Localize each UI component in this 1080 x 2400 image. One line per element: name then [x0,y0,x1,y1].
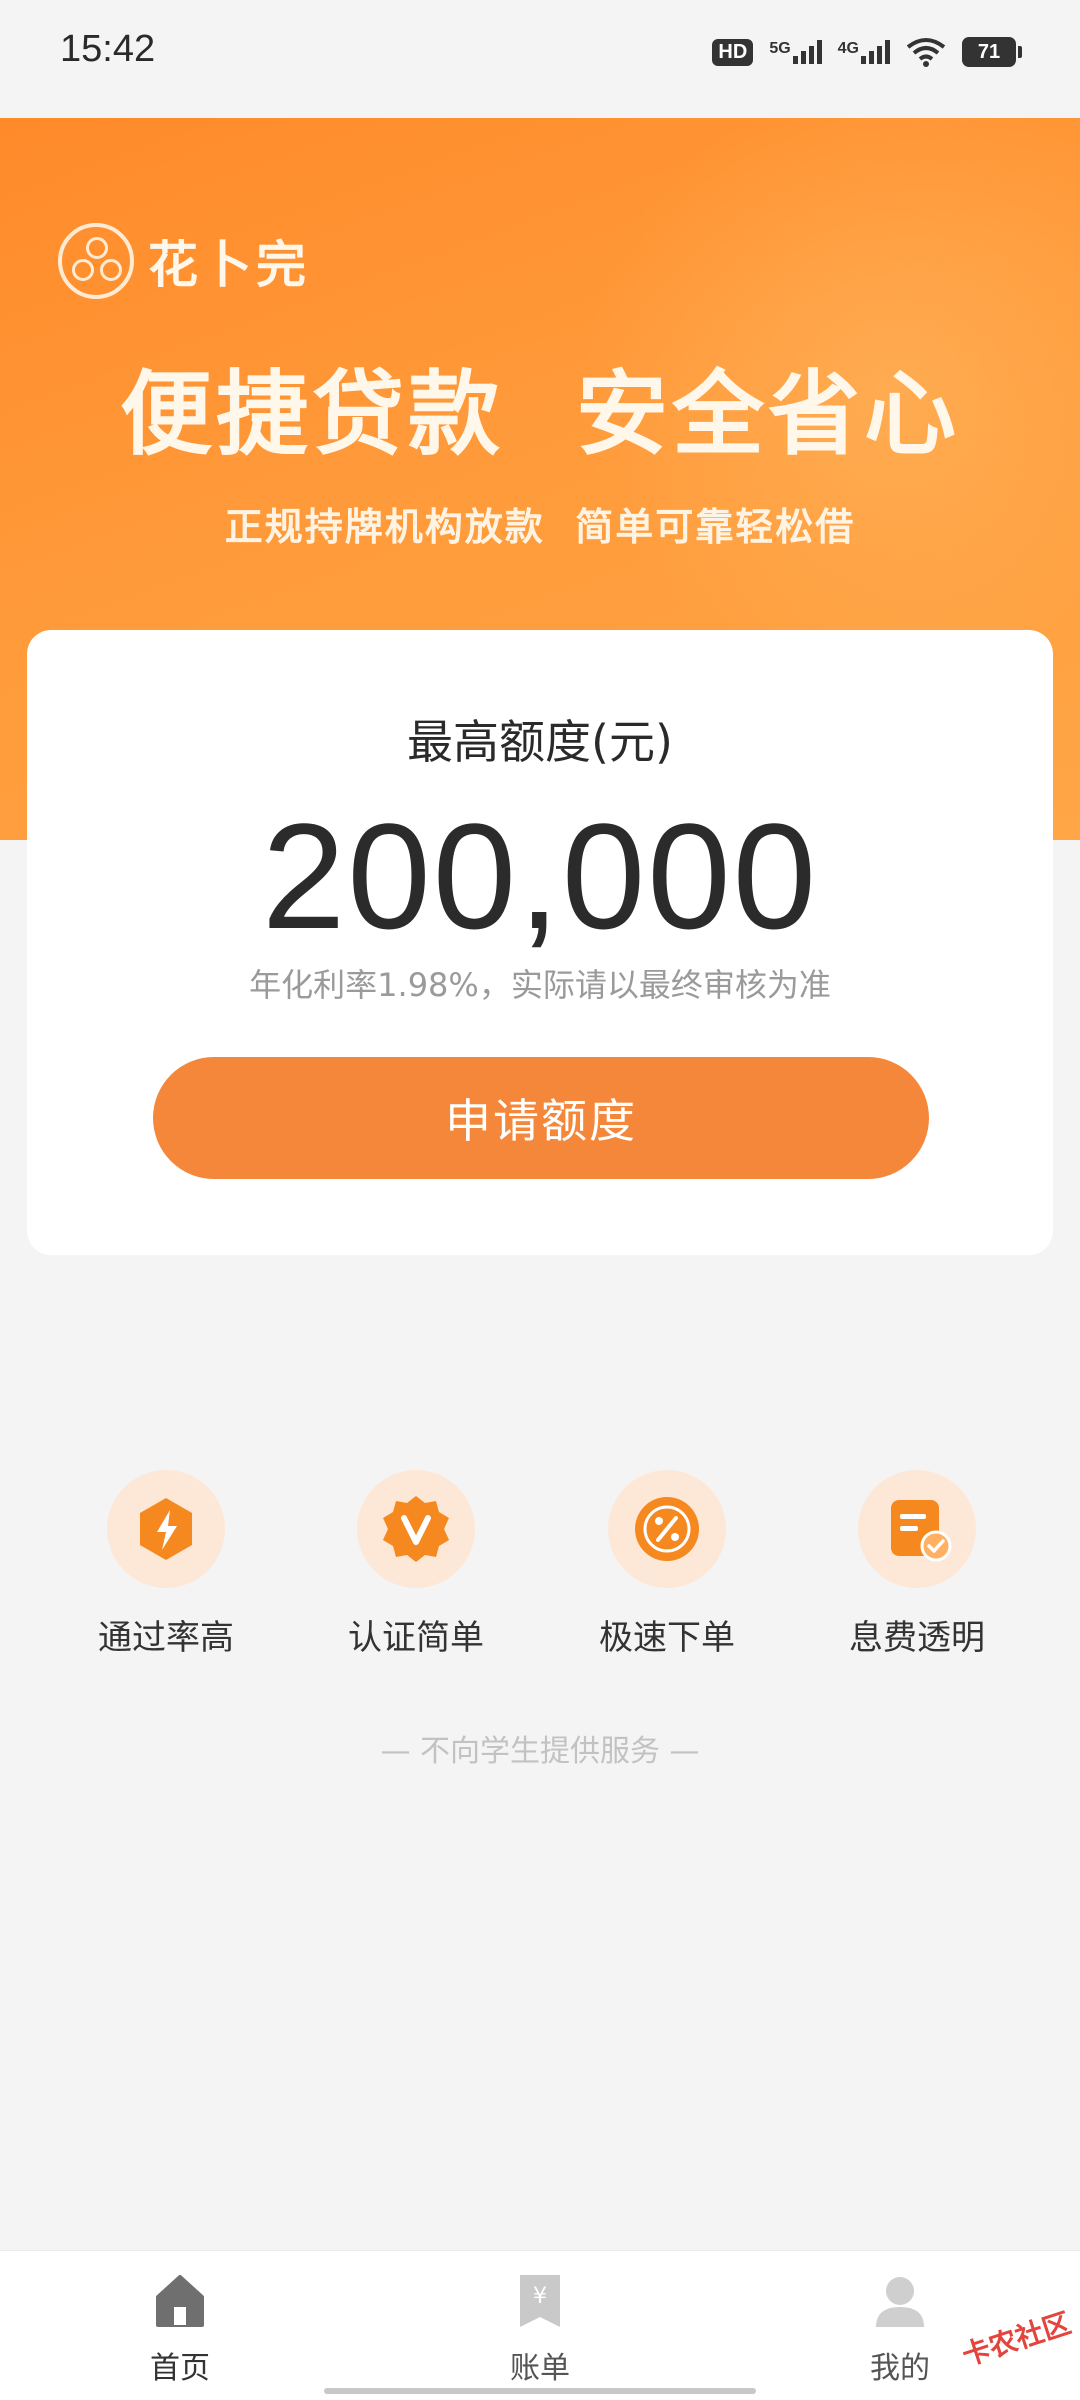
feature-item-fast-order: 极速下单 [567,1470,767,1659]
lightning-icon [107,1470,225,1588]
battery-level: 71 [962,37,1016,67]
home-indicator [324,2388,756,2394]
feature-item-transparent-fees: 息费透明 [817,1470,1017,1659]
hd-badge: HD [712,38,754,66]
v-badge-icon [357,1470,475,1588]
credit-limit-label: 最高额度(元) [407,715,673,769]
brand-logo-icon [58,223,134,299]
nav-item-bill[interactable]: ¥ 账单 [450,2271,630,2387]
signal-4g-icon: 4G [838,40,890,64]
nav-item-me[interactable]: 我的 [810,2271,990,2387]
hd-icon: HD [712,38,754,66]
document-check-icon [858,1470,976,1588]
feature-label: 通过率高 [98,1618,234,1658]
signal-5g-icon: 5G [769,40,822,64]
interest-rate-note: 年化利率1.98%，实际请以最终审核为准 [249,966,831,1004]
nav-label-bill: 账单 [510,2351,570,2386]
credit-card: 最高额度(元) 200,000 年化利率1.98%，实际请以最终审核为准 申请额… [27,630,1053,1255]
bill-icon: ¥ [520,2275,560,2327]
network-4g-label: 4G [837,40,859,57]
home-icon [156,2275,204,2327]
percent-icon [608,1470,726,1588]
nav-label-home: 首页 [150,2351,210,2386]
banner-slogan: 便捷贷款 安全省心 [119,361,961,468]
user-icon [876,2277,924,2327]
feature-list: 通过率高 认证简单 极速下单 息费透明 [0,1470,1080,1670]
feature-item-pass-rate: 通过率高 [66,1470,266,1659]
wifi-icon [906,37,946,67]
bottom-nav: 首页 ¥ 账单 我的 [0,2250,1080,2400]
brand-name: 花卜完 [148,237,310,293]
apply-credit-button[interactable]: 申请额度 [153,1057,929,1179]
credit-limit-amount: 200,000 [261,792,819,960]
battery-icon: 71 [962,37,1022,67]
feature-label: 极速下单 [599,1618,735,1658]
feature-label: 认证简单 [348,1618,484,1658]
status-time: 15:42 [60,28,156,70]
nav-item-home[interactable]: 首页 [90,2271,270,2387]
feature-label: 息费透明 [849,1618,985,1658]
brand: 花卜完 [58,223,310,299]
student-notice: — 不向学生提供服务 — [380,1734,700,1769]
svg-text:¥: ¥ [533,2284,547,2309]
banner-subslogan: 正规持牌机构放款 简单可靠轻松借 [224,505,856,549]
status-bar: 15:42 HD 5G 4G 71 [0,0,1080,118]
status-icons: HD 5G 4G 71 [712,30,1022,74]
feature-item-easy-verify: 认证简单 [316,1470,516,1659]
network-5g-label: 5G [769,40,791,57]
